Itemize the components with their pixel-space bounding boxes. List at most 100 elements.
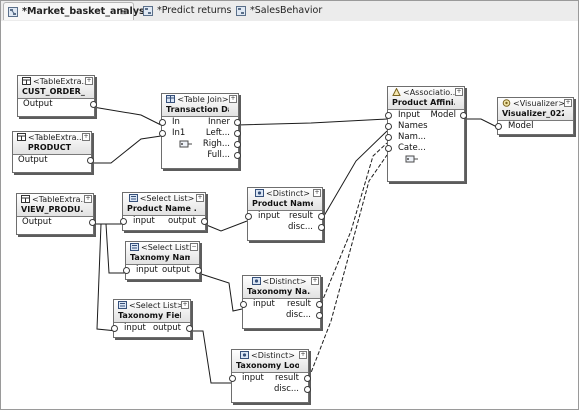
input-port[interactable] — [495, 123, 502, 130]
node-select-taxnomy-name[interactable]: <Select List> Taxnomy Nam... − input out… — [123, 241, 202, 280]
tab-market-basket-analysis[interactable]: *Market_basket_analysis ⊠ — [3, 2, 154, 21]
distinct-icon — [240, 351, 250, 359]
input-port[interactable] — [111, 325, 118, 332]
port-label: input — [124, 323, 146, 333]
node-stereotype: <Distinct> — [266, 189, 310, 198]
expand-toggle-icon[interactable]: + — [84, 195, 92, 203]
port-row: In1 Left... — [159, 128, 241, 139]
port-label: Input — [398, 110, 421, 120]
input-port[interactable] — [120, 218, 127, 225]
node-title: Taxonomy Fields — [118, 311, 181, 320]
node-header: <TableExtra... PRODUCT + — [13, 132, 91, 155]
expand-toggle-icon[interactable]: + — [455, 88, 463, 96]
port-row: input output — [111, 323, 193, 334]
output-port[interactable] — [234, 141, 241, 148]
output-port[interactable] — [234, 119, 241, 126]
node-title: Transaction Da... — [166, 105, 229, 114]
port-label: Names — [398, 121, 428, 131]
tab-predict-returns[interactable]: *Predict returns — [139, 2, 232, 20]
port-label: result — [286, 299, 311, 309]
port-label: Cate... — [398, 143, 426, 153]
node-stereotype: <Table Join> — [177, 95, 229, 104]
node-header: <Select List> Taxonomy Fields + — [114, 300, 190, 323]
input-port[interactable] — [245, 213, 252, 220]
node-title: Taxonomy Loo... — [236, 361, 299, 370]
input-port[interactable] — [159, 119, 166, 126]
join-condition-icon — [179, 140, 192, 148]
expand-toggle-icon[interactable]: + — [564, 99, 572, 107]
expand-toggle-icon[interactable]: + — [313, 189, 321, 197]
port-row: Full... — [162, 150, 241, 161]
port-row: input result — [245, 211, 325, 222]
port-label: input — [242, 373, 264, 383]
input-port[interactable] — [240, 301, 247, 308]
output-port[interactable] — [316, 301, 323, 308]
output-port[interactable] — [234, 152, 241, 159]
node-distinct-taxonomy-name[interactable]: <Distinct> Taxonomy Na... + input result… — [240, 275, 323, 329]
output-port[interactable] — [87, 157, 94, 164]
port-row: Righ... — [162, 139, 241, 150]
node-product-extractor[interactable]: <TableExtra... PRODUCT + Output — [12, 131, 94, 173]
diagram-canvas[interactable]: <TableExtra... CUST_ORDER_... + Output <… — [1, 21, 578, 409]
node-title: CUST_ORDER_... — [22, 87, 85, 96]
input-port[interactable] — [385, 123, 392, 130]
port-label: output — [167, 216, 196, 226]
node-view-product-extractor[interactable]: <TableExtra... VIEW_PRODU... + Output — [16, 193, 96, 235]
tab-salesbehavior[interactable]: *SalesBehavior — [232, 2, 322, 20]
output-port[interactable] — [460, 112, 467, 119]
input-port[interactable] — [385, 145, 392, 152]
output-port[interactable] — [304, 375, 311, 382]
expand-toggle-icon[interactable]: + — [196, 194, 204, 202]
node-select-product-name[interactable]: <Select List> Product Name ... + input o… — [120, 192, 208, 231]
node-header: <Distinct> Taxonomy Na... + — [243, 276, 320, 299]
output-port[interactable] — [89, 219, 96, 226]
table-extract-icon — [22, 77, 31, 85]
output-port[interactable] — [316, 312, 323, 319]
node-stereotype: <Select List> — [139, 194, 195, 203]
node-stereotype: <TableExtra... — [32, 195, 84, 204]
output-port[interactable] — [234, 130, 241, 137]
node-table-join[interactable]: <Table Join> Transaction Da... + In Inne… — [159, 93, 241, 169]
port-row — [388, 154, 464, 165]
wire-select-fields-to-distinct — [189, 330, 231, 384]
node-header: <TableExtra... VIEW_PRODU... + — [17, 194, 93, 217]
port-row: In Inner — [159, 117, 241, 128]
output-port[interactable] — [186, 325, 193, 332]
input-port[interactable] — [229, 375, 236, 382]
expand-toggle-icon[interactable]: + — [229, 95, 237, 103]
input-port[interactable] — [159, 130, 166, 137]
expand-toggle-icon[interactable]: + — [82, 133, 90, 141]
expand-toggle-icon[interactable]: + — [181, 301, 189, 309]
expand-toggle-icon[interactable]: + — [85, 77, 93, 85]
close-icon[interactable]: ⊠ — [119, 3, 127, 21]
node-select-taxonomy-fields[interactable]: <Select List> Taxonomy Fields + input ou… — [111, 299, 193, 338]
node-cust-order-extractor[interactable]: <TableExtra... CUST_ORDER_... + Output — [17, 75, 97, 117]
node-title: PRODUCT — [27, 143, 72, 152]
node-header: <Select List> Taxnomy Nam... − — [126, 242, 199, 265]
node-stereotype: <Select List> — [129, 301, 181, 310]
expand-toggle-icon[interactable]: + — [311, 277, 319, 285]
wire-distinct-taxonomy-to-nam — [318, 142, 388, 310]
expand-toggle-icon[interactable]: + — [299, 351, 307, 359]
node-header: <TableExtra... CUST_ORDER_... + — [18, 76, 94, 99]
node-visualizer[interactable]: <Visualizer> Visualizer_022 + Model — [495, 97, 574, 135]
output-port[interactable] — [195, 267, 202, 274]
output-port[interactable] — [318, 213, 325, 220]
output-port[interactable] — [90, 101, 97, 108]
table-join-icon — [166, 95, 176, 103]
port-row: Cate... — [385, 143, 464, 154]
output-port[interactable] — [201, 218, 208, 225]
select-list-icon — [128, 194, 138, 202]
port-label: Righ... — [202, 139, 230, 149]
port-label: input — [136, 265, 158, 275]
input-port[interactable] — [385, 112, 392, 119]
node-association[interactable]: <Associatio... Product Affini... + Input… — [385, 86, 467, 182]
port-label: Output — [18, 155, 48, 165]
input-port[interactable] — [385, 134, 392, 141]
output-port[interactable] — [304, 386, 311, 393]
node-distinct-product-name[interactable]: <Distinct> Product Name ... + input resu… — [245, 187, 325, 241]
collapse-toggle-icon[interactable]: − — [190, 243, 198, 251]
node-distinct-taxonomy-lookup[interactable]: <Distinct> Taxonomy Loo... + input resul… — [229, 349, 311, 403]
output-port[interactable] — [318, 224, 325, 231]
input-port[interactable] — [123, 267, 130, 274]
